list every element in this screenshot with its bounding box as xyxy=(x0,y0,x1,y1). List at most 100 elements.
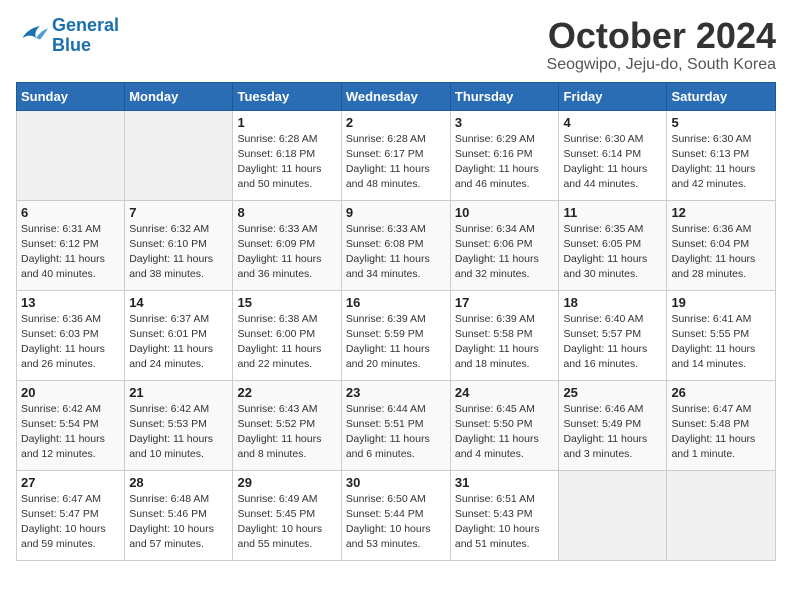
col-thursday: Thursday xyxy=(450,82,559,110)
day-number: 8 xyxy=(237,205,336,220)
day-info: Sunrise: 6:35 AM Sunset: 6:05 PM Dayligh… xyxy=(563,222,662,283)
day-cell-3-1: 21 Sunrise: 6:42 AM Sunset: 5:53 PM Dayli… xyxy=(125,380,233,470)
day-number: 26 xyxy=(671,385,771,400)
day-cell-0-6: 5 Sunrise: 6:30 AM Sunset: 6:13 PM Daylig… xyxy=(667,110,776,200)
day-number: 13 xyxy=(21,295,120,310)
week-row-1: 1 Sunrise: 6:28 AM Sunset: 6:18 PM Daylig… xyxy=(17,110,776,200)
day-cell-3-0: 20Sunrise: 6:42 AM Sunset: 5:54 PM Dayli… xyxy=(17,380,125,470)
day-cell-2-3: 16 Sunrise: 6:39 AM Sunset: 5:59 PM Dayli… xyxy=(341,290,450,380)
day-cell-4-0: 27 Sunrise: 6:47 AM Sunset: 5:47 PM Dayli… xyxy=(17,470,125,560)
day-number: 22 xyxy=(237,385,336,400)
day-cell-1-1: 7 Sunrise: 6:32 AM Sunset: 6:10 PM Daylig… xyxy=(125,200,233,290)
day-cell-3-4: 24 Sunrise: 6:45 AM Sunset: 5:50 PM Dayli… xyxy=(450,380,559,470)
day-info: Sunrise: 6:46 AM Sunset: 5:49 PM Dayligh… xyxy=(563,402,662,463)
day-cell-1-4: 10 Sunrise: 6:34 AM Sunset: 6:06 PM Dayli… xyxy=(450,200,559,290)
day-number: 11 xyxy=(563,205,662,220)
day-cell-0-2: 1 Sunrise: 6:28 AM Sunset: 6:18 PM Daylig… xyxy=(233,110,341,200)
calendar-body: 1 Sunrise: 6:28 AM Sunset: 6:18 PM Daylig… xyxy=(17,110,776,560)
day-info: Sunrise: 6:39 AM Sunset: 5:59 PM Dayligh… xyxy=(346,312,446,373)
day-info: Sunrise: 6:48 AM Sunset: 5:46 PM Dayligh… xyxy=(129,492,228,553)
day-info: Sunrise: 6:28 AM Sunset: 6:18 PM Dayligh… xyxy=(237,132,336,193)
page-header: General Blue October 2024 Seogwipo, Jeju… xyxy=(16,16,776,74)
day-cell-1-2: 8 Sunrise: 6:33 AM Sunset: 6:09 PM Daylig… xyxy=(233,200,341,290)
day-number: 27 xyxy=(21,475,120,490)
day-cell-2-4: 17 Sunrise: 6:39 AM Sunset: 5:58 PM Dayli… xyxy=(450,290,559,380)
col-sunday: Sunday xyxy=(17,82,125,110)
day-number: 12 xyxy=(671,205,771,220)
col-friday: Friday xyxy=(559,82,667,110)
day-cell-4-2: 29 Sunrise: 6:49 AM Sunset: 5:45 PM Dayli… xyxy=(233,470,341,560)
day-info: Sunrise: 6:50 AM Sunset: 5:44 PM Dayligh… xyxy=(346,492,446,553)
logo-icon xyxy=(16,22,48,50)
day-info: Sunrise: 6:43 AM Sunset: 5:52 PM Dayligh… xyxy=(237,402,336,463)
day-info: Sunrise: 6:42 AM Sunset: 5:53 PM Dayligh… xyxy=(129,402,228,463)
day-number: 6 xyxy=(21,205,120,220)
day-number: 10 xyxy=(455,205,555,220)
day-info: Sunrise: 6:30 AM Sunset: 6:14 PM Dayligh… xyxy=(563,132,662,193)
day-cell-1-5: 11 Sunrise: 6:35 AM Sunset: 6:05 PM Dayli… xyxy=(559,200,667,290)
day-cell-4-4: 31Sunrise: 6:51 AM Sunset: 5:43 PM Dayli… xyxy=(450,470,559,560)
day-cell-2-0: 13 Sunrise: 6:36 AM Sunset: 6:03 PM Dayli… xyxy=(17,290,125,380)
day-number: 7 xyxy=(129,205,228,220)
day-info: Sunrise: 6:29 AM Sunset: 6:16 PM Dayligh… xyxy=(455,132,555,193)
week-row-2: 6Sunrise: 6:31 AM Sunset: 6:12 PM Daylig… xyxy=(17,200,776,290)
col-wednesday: Wednesday xyxy=(341,82,450,110)
day-info: Sunrise: 6:33 AM Sunset: 6:08 PM Dayligh… xyxy=(346,222,446,283)
day-number: 15 xyxy=(237,295,336,310)
col-tuesday: Tuesday xyxy=(233,82,341,110)
day-cell-2-6: 19Sunrise: 6:41 AM Sunset: 5:55 PM Dayli… xyxy=(667,290,776,380)
day-number: 28 xyxy=(129,475,228,490)
day-info: Sunrise: 6:41 AM Sunset: 5:55 PM Dayligh… xyxy=(671,312,771,373)
title-block: October 2024 Seogwipo, Jeju-do, South Ko… xyxy=(547,16,776,74)
day-info: Sunrise: 6:42 AM Sunset: 5:54 PM Dayligh… xyxy=(21,402,120,463)
calendar-table: Sunday Monday Tuesday Wednesday Thursday… xyxy=(16,82,776,561)
col-monday: Monday xyxy=(125,82,233,110)
day-number: 29 xyxy=(237,475,336,490)
day-cell-0-5: 4Sunrise: 6:30 AM Sunset: 6:14 PM Daylig… xyxy=(559,110,667,200)
day-cell-0-3: 2Sunrise: 6:28 AM Sunset: 6:17 PM Daylig… xyxy=(341,110,450,200)
calendar-header: Sunday Monday Tuesday Wednesday Thursday… xyxy=(17,82,776,110)
day-info: Sunrise: 6:49 AM Sunset: 5:45 PM Dayligh… xyxy=(237,492,336,553)
day-number: 17 xyxy=(455,295,555,310)
day-info: Sunrise: 6:33 AM Sunset: 6:09 PM Dayligh… xyxy=(237,222,336,283)
day-cell-3-6: 26 Sunrise: 6:47 AM Sunset: 5:48 PM Dayli… xyxy=(667,380,776,470)
day-number: 9 xyxy=(346,205,446,220)
day-cell-3-2: 22 Sunrise: 6:43 AM Sunset: 5:52 PM Dayli… xyxy=(233,380,341,470)
logo: General Blue xyxy=(16,16,119,56)
day-info: Sunrise: 6:47 AM Sunset: 5:48 PM Dayligh… xyxy=(671,402,771,463)
day-cell-0-0 xyxy=(17,110,125,200)
day-number: 23 xyxy=(346,385,446,400)
week-row-5: 27 Sunrise: 6:47 AM Sunset: 5:47 PM Dayli… xyxy=(17,470,776,560)
day-number: 25 xyxy=(563,385,662,400)
day-cell-1-0: 6Sunrise: 6:31 AM Sunset: 6:12 PM Daylig… xyxy=(17,200,125,290)
day-cell-3-3: 23Sunrise: 6:44 AM Sunset: 5:51 PM Dayli… xyxy=(341,380,450,470)
day-number: 31 xyxy=(455,475,555,490)
day-info: Sunrise: 6:28 AM Sunset: 6:17 PM Dayligh… xyxy=(346,132,446,193)
day-info: Sunrise: 6:39 AM Sunset: 5:58 PM Dayligh… xyxy=(455,312,555,373)
day-cell-1-6: 12Sunrise: 6:36 AM Sunset: 6:04 PM Dayli… xyxy=(667,200,776,290)
day-cell-4-1: 28 Sunrise: 6:48 AM Sunset: 5:46 PM Dayli… xyxy=(125,470,233,560)
week-row-4: 20Sunrise: 6:42 AM Sunset: 5:54 PM Dayli… xyxy=(17,380,776,470)
day-number: 3 xyxy=(455,115,555,130)
day-number: 18 xyxy=(563,295,662,310)
header-row: Sunday Monday Tuesday Wednesday Thursday… xyxy=(17,82,776,110)
day-cell-3-5: 25 Sunrise: 6:46 AM Sunset: 5:49 PM Dayli… xyxy=(559,380,667,470)
day-cell-4-5 xyxy=(559,470,667,560)
day-number: 1 xyxy=(237,115,336,130)
day-info: Sunrise: 6:38 AM Sunset: 6:00 PM Dayligh… xyxy=(237,312,336,373)
day-info: Sunrise: 6:32 AM Sunset: 6:10 PM Dayligh… xyxy=(129,222,228,283)
day-number: 21 xyxy=(129,385,228,400)
day-info: Sunrise: 6:36 AM Sunset: 6:03 PM Dayligh… xyxy=(21,312,120,373)
day-number: 16 xyxy=(346,295,446,310)
day-info: Sunrise: 6:34 AM Sunset: 6:06 PM Dayligh… xyxy=(455,222,555,283)
day-number: 24 xyxy=(455,385,555,400)
week-row-3: 13 Sunrise: 6:36 AM Sunset: 6:03 PM Dayli… xyxy=(17,290,776,380)
day-info: Sunrise: 6:40 AM Sunset: 5:57 PM Dayligh… xyxy=(563,312,662,373)
day-info: Sunrise: 6:47 AM Sunset: 5:47 PM Dayligh… xyxy=(21,492,120,553)
day-number: 5 xyxy=(671,115,771,130)
day-info: Sunrise: 6:30 AM Sunset: 6:13 PM Dayligh… xyxy=(671,132,771,193)
day-cell-2-1: 14Sunrise: 6:37 AM Sunset: 6:01 PM Dayli… xyxy=(125,290,233,380)
col-saturday: Saturday xyxy=(667,82,776,110)
day-number: 30 xyxy=(346,475,446,490)
day-info: Sunrise: 6:45 AM Sunset: 5:50 PM Dayligh… xyxy=(455,402,555,463)
